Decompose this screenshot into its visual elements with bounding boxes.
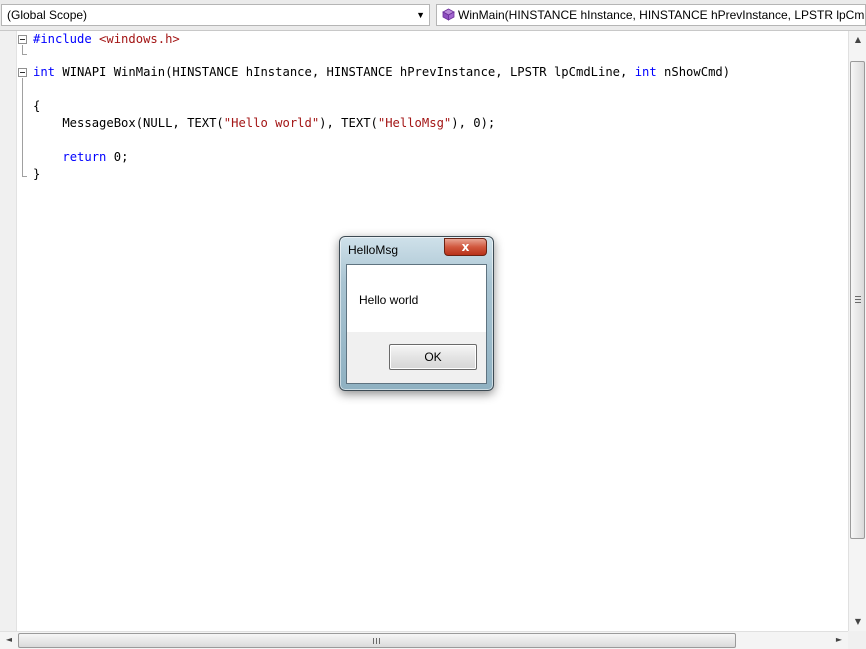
string-literal: "Hello world": [223, 116, 320, 130]
outline-line: [22, 78, 23, 176]
signature-text: WINAPI WinMain(HINSTANCE hInstance, HINS…: [55, 65, 635, 79]
scope-dropdown[interactable]: (Global Scope) ▼: [1, 4, 430, 26]
collapse-include-icon[interactable]: [18, 35, 27, 44]
code-line-close-brace: }: [33, 167, 41, 181]
dialog-title: HelloMsg: [348, 243, 399, 257]
code-line-include: #include <windows.h>: [33, 31, 180, 48]
grip-line: [855, 299, 861, 300]
dialog-body: Hello world OK: [346, 264, 487, 384]
chevron-down-icon[interactable]: ▼: [416, 5, 425, 25]
outline-end: [22, 54, 27, 55]
grip-line: [376, 638, 377, 644]
code-line-messagebox: MessageBox(NULL, TEXT("Hello world"), TE…: [33, 115, 495, 132]
grip-line: [855, 302, 861, 303]
navigation-bar: (Global Scope) ▼ WinMain(HINSTANCE hInst…: [0, 0, 866, 31]
code-text: MessageBox(NULL, TEXT(: [33, 116, 224, 130]
function-dropdown[interactable]: WinMain(HINSTANCE hInstance, HINSTANCE h…: [436, 4, 866, 26]
code-text: ), TEXT(: [319, 116, 378, 130]
scroll-left-button[interactable]: ◄: [1, 632, 17, 648]
scroll-down-button[interactable]: ▼: [850, 614, 866, 630]
editor-margin: [0, 31, 17, 631]
function-dropdown-value: WinMain(HINSTANCE hInstance, HINSTANCE h…: [458, 8, 865, 22]
vertical-scroll-thumb[interactable]: [850, 61, 865, 539]
string-literal: "HelloMsg": [377, 116, 452, 130]
include-header: <windows.h>: [99, 32, 180, 46]
grip-line: [855, 296, 861, 297]
collapse-function-icon[interactable]: [18, 68, 27, 77]
preprocessor-directive: #include: [33, 32, 92, 46]
dialog-message: Hello world: [359, 293, 419, 307]
outline-end: [22, 176, 27, 177]
code-text: ), 0);: [451, 116, 496, 130]
signature-end: nShowCmd): [656, 65, 731, 79]
dialog-content-area: Hello world: [347, 265, 486, 332]
grip-line: [379, 638, 380, 644]
keyword: int: [33, 65, 56, 79]
horizontal-scroll-thumb[interactable]: [18, 633, 736, 648]
message-box-dialog: HelloMsg x Hello world OK: [339, 236, 494, 391]
ok-button[interactable]: OK: [389, 344, 477, 370]
scroll-right-button[interactable]: ►: [831, 632, 847, 648]
keyword: return: [62, 150, 107, 164]
scroll-up-button[interactable]: ▲: [850, 32, 866, 48]
close-button[interactable]: x: [444, 238, 487, 256]
code-line-signature: int WINAPI WinMain(HINSTANCE hInstance, …: [33, 64, 730, 81]
scrollbar-corner: [848, 631, 866, 649]
horizontal-scrollbar[interactable]: ◄ ►: [0, 631, 848, 649]
keyword: int: [634, 65, 657, 79]
close-icon: x: [461, 240, 470, 254]
code-text: 0;: [106, 150, 129, 164]
scope-dropdown-value: (Global Scope): [7, 8, 88, 22]
code-line-return: return 0;: [33, 149, 128, 166]
vertical-scrollbar[interactable]: ▲ ▼: [848, 31, 866, 631]
grip-line: [373, 638, 374, 644]
method-icon: [442, 8, 455, 21]
code-line-open-brace: {: [33, 99, 41, 113]
